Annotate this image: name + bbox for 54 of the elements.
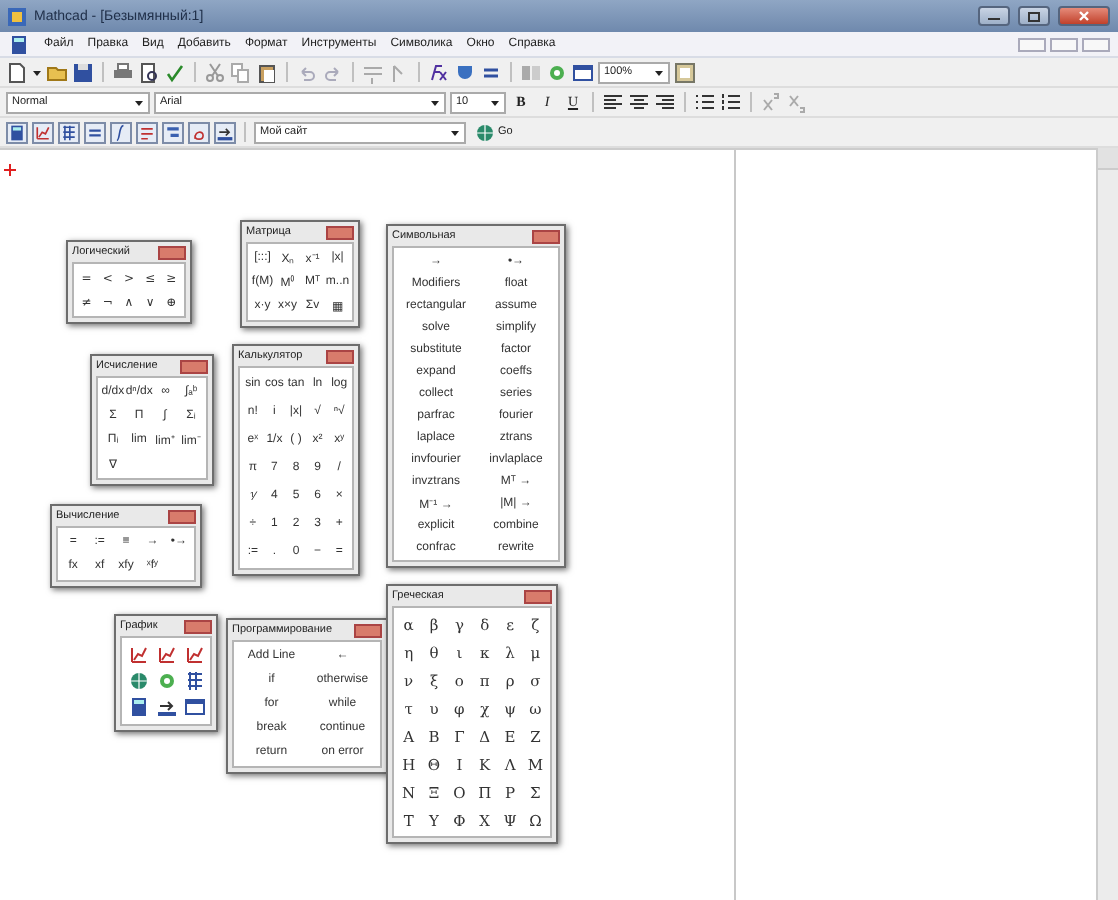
- save-icon[interactable]: [72, 61, 94, 83]
- scrollbar[interactable]: [1096, 148, 1118, 900]
- caret-icon: [450, 127, 460, 137]
- equals-icon[interactable]: [84, 121, 106, 143]
- caret-icon: [654, 67, 664, 77]
- close-button[interactable]: [1058, 6, 1110, 26]
- align-left-icon[interactable]: [602, 91, 624, 113]
- caret-icon: [430, 97, 440, 107]
- caret-icon: [32, 67, 42, 77]
- maximize-button[interactable]: [1018, 6, 1050, 26]
- numbered-list-icon[interactable]: [720, 91, 742, 113]
- plot-type-button[interactable]: [184, 670, 206, 692]
- plot-type-button[interactable]: [128, 696, 150, 718]
- caret-icon: [490, 97, 500, 107]
- plot-type-button[interactable]: [184, 644, 206, 666]
- blocks-icon[interactable]: [162, 121, 184, 143]
- plot-type-button[interactable]: [156, 644, 178, 666]
- align-right-icon[interactable]: [654, 91, 676, 113]
- close-button[interactable]: [326, 225, 354, 239]
- plot-type-button[interactable]: [156, 696, 178, 718]
- minimize-icon: [988, 12, 1000, 20]
- close-icon: [1078, 10, 1090, 22]
- crosshair-icon: [4, 164, 16, 176]
- close-button[interactable]: [180, 359, 208, 373]
- printer-icon[interactable]: [112, 61, 134, 83]
- lines-icon[interactable]: [136, 121, 158, 143]
- caret-icon: [134, 97, 144, 107]
- close-button[interactable]: [532, 229, 560, 243]
- plot-type-button[interactable]: [128, 644, 150, 666]
- maximize-icon: [1028, 11, 1040, 21]
- close-button[interactable]: [326, 349, 354, 363]
- new-document-icon[interactable]: [6, 61, 28, 83]
- graph-icon[interactable]: [32, 121, 54, 143]
- app-icon: [8, 7, 26, 25]
- checkmark-icon[interactable]: [164, 61, 186, 83]
- minimize-button[interactable]: [978, 6, 1010, 26]
- print-preview-icon[interactable]: [138, 61, 160, 83]
- function-icon[interactable]: [428, 61, 450, 83]
- close-button[interactable]: [168, 509, 196, 523]
- close-button[interactable]: [354, 623, 382, 637]
- matrix-icon[interactable]: [58, 121, 80, 143]
- close-button[interactable]: [158, 245, 186, 259]
- folder-icon[interactable]: [46, 61, 68, 83]
- close-button[interactable]: [184, 619, 212, 633]
- plot-type-button[interactable]: [184, 696, 206, 718]
- paste-icon[interactable]: [256, 61, 278, 83]
- squiggle-icon[interactable]: [188, 121, 210, 143]
- align-center-icon[interactable]: [628, 91, 650, 113]
- calculator-icon[interactable]: [6, 121, 28, 143]
- window-icon[interactable]: [572, 61, 594, 83]
- app-icon: [8, 33, 30, 55]
- integral-icon[interactable]: [110, 121, 132, 143]
- globe-icon: [474, 121, 496, 143]
- close-button[interactable]: [524, 589, 552, 603]
